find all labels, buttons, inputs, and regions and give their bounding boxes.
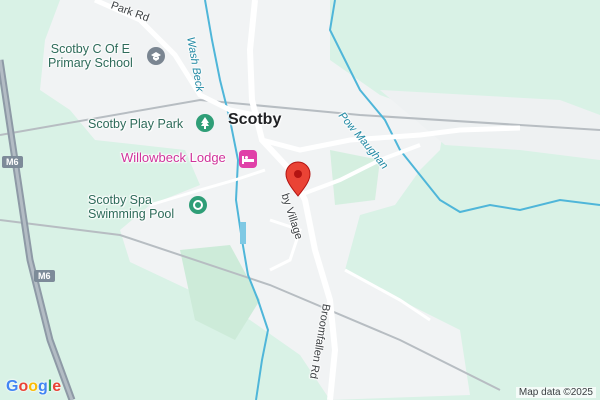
tree-icon[interactable] <box>196 114 214 132</box>
pool-icon[interactable] <box>189 196 207 214</box>
m6-motorway <box>0 59 76 400</box>
google-logo[interactable]: Google <box>6 378 61 396</box>
map-canvas[interactable]: Park Rd Wash Beck Pow Maughan Scotby C O… <box>0 0 600 400</box>
swimming-pool-label[interactable]: Scotby Spa Swimming Pool <box>88 193 174 221</box>
logo-letter-3: o <box>28 378 39 395</box>
scotby-place-label[interactable]: Scotby <box>228 111 281 129</box>
school-icon[interactable] <box>147 47 165 65</box>
m6-shield-bottom: M6 <box>34 270 55 282</box>
logo-letter-2: o <box>18 378 29 395</box>
m6-shield-top: M6 <box>2 156 23 168</box>
logo-letter-4: g <box>38 378 48 395</box>
map-attribution[interactable]: Map data ©2025 <box>515 387 596 398</box>
logo-letter-1: G <box>6 378 19 395</box>
school-label[interactable]: Scotby C Of E Primary School <box>48 42 133 70</box>
play-park-label[interactable]: Scotby Play Park <box>88 117 183 131</box>
willowbeck-lodge-label[interactable]: Willowbeck Lodge <box>121 150 226 166</box>
bed-icon[interactable] <box>239 150 257 168</box>
logo-letter-6: e <box>52 378 62 395</box>
